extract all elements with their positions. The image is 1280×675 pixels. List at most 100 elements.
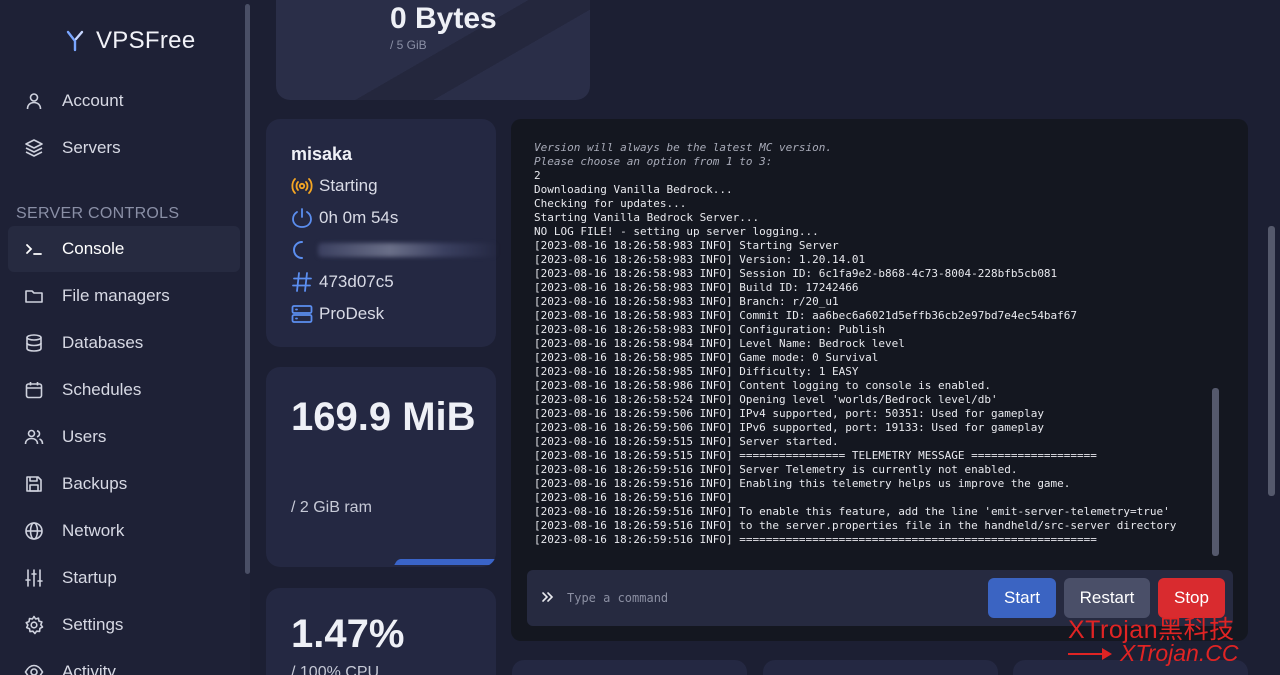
sidebar-item-label: Databases (62, 333, 144, 352)
arrow-right-icon (1068, 647, 1112, 660)
sidebar-item-label: Settings (62, 615, 124, 634)
server-id: 473d07c5 (291, 271, 394, 293)
cpu-value: 1.47% (291, 612, 405, 656)
console-line: [2023-08-16 18:26:58:983 INFO] Build ID:… (534, 281, 859, 294)
sidebar-item-label: Account (62, 91, 124, 110)
sidebar-item-label: Activity (62, 662, 116, 675)
console-scrollbar[interactable] (1212, 388, 1219, 556)
terminal-icon (24, 239, 44, 259)
server-uptime: 0h 0m 54s (291, 207, 398, 229)
server-icon (291, 303, 313, 325)
sliders-icon (24, 568, 44, 588)
console-line: Version will always be the latest MC ver… (534, 141, 833, 154)
server-node: ProDesk (291, 303, 384, 325)
server-node-text: ProDesk (319, 304, 385, 323)
page-scrollbar[interactable] (1268, 226, 1275, 496)
console-panel: Version will always be the latest MC ver… (511, 119, 1248, 641)
sidebar-item-activity[interactable]: Activity (8, 649, 240, 675)
broadcast-icon (291, 175, 313, 197)
eye-icon (24, 662, 44, 675)
watermark-url-text: XTrojan.CC (1120, 640, 1239, 666)
sidebar-item-servers[interactable]: Servers (8, 125, 240, 171)
logo-icon (66, 30, 84, 52)
console-line: [2023-08-16 18:26:59:516 INFO] Server Te… (534, 463, 1018, 476)
server-uptime-text: 0h 0m 54s (319, 208, 399, 227)
console-line: [2023-08-16 18:26:58:983 INFO] Session I… (534, 267, 1058, 280)
console-line: [2023-08-16 18:26:58:983 INFO] Starting … (534, 239, 839, 252)
sidebar-item-label: Network (62, 521, 125, 540)
console-line: NO LOG FILE! - setting up server logging… (534, 225, 819, 238)
console-line: Downloading Vanilla Bedrock... (534, 183, 733, 196)
loading-icon (291, 239, 313, 261)
chevrons-right-icon (542, 592, 554, 602)
console-line: [2023-08-16 18:26:58:984 INFO] Level Nam… (534, 337, 905, 350)
ram-limit: / 2 GiB ram (291, 499, 372, 516)
console-line: [2023-08-16 18:26:58:986 INFO] Content l… (534, 379, 991, 392)
server-info-card: misaka Starting 0h 0m 54s 473d07c5 ProDe… (266, 119, 496, 347)
users-icon (24, 427, 44, 447)
sidebar-item-label: Backups (62, 474, 128, 493)
console-line: [2023-08-16 18:26:59:515 INFO] =========… (534, 449, 1097, 462)
layers-icon (24, 138, 44, 158)
sidebar-item-file-managers[interactable]: File managers (8, 273, 240, 319)
sidebar: VPSFree Account Servers SERVER CONTROLS … (0, 0, 250, 675)
console-line: [2023-08-16 18:26:58:983 INFO] Version: … (534, 253, 866, 266)
console-line: [2023-08-16 18:26:58:983 INFO] Branch: r… (534, 295, 839, 308)
sidebar-item-schedules[interactable]: Schedules (8, 367, 240, 413)
calendar-icon (24, 380, 44, 400)
console-line: [2023-08-16 18:26:59:516 INFO] (534, 491, 733, 504)
console-line: [2023-08-16 18:26:59:516 INFO] Enabling … (534, 477, 1071, 490)
sidebar-item-network[interactable]: Network (8, 508, 240, 554)
ram-usage-bar (394, 559, 496, 565)
sidebar-item-users[interactable]: Users (8, 414, 240, 460)
sidebar-item-label: Console (62, 239, 125, 258)
sidebar-item-label: File managers (62, 286, 170, 305)
sidebar-item-account[interactable]: Account (8, 78, 240, 124)
console-line: Starting Vanilla Bedrock Server... (534, 211, 760, 224)
sidebar-item-backups[interactable]: Backups (8, 461, 240, 507)
console-output[interactable]: Version will always be the latest MC ver… (534, 141, 1214, 551)
ram-card: 169.9 MiB / 2 GiB ram (266, 367, 496, 567)
console-line: [2023-08-16 18:26:58:985 INFO] Difficult… (534, 365, 859, 378)
sidebar-item-label: Schedules (62, 380, 142, 399)
globe-icon (24, 521, 44, 541)
console-line: [2023-08-16 18:26:59:515 INFO] Server st… (534, 435, 839, 448)
console-line: [2023-08-16 18:26:58:524 INFO] Opening l… (534, 393, 998, 406)
server-name: misaka (291, 144, 353, 164)
storage-card: 0 Bytes / 5 GiB (276, 0, 590, 100)
ram-value: 169.9 MiB (291, 395, 476, 439)
start-button[interactable]: Start (988, 578, 1056, 618)
watermark-url: XTrojan.CC (1068, 640, 1238, 667)
stat-card (512, 660, 747, 675)
database-icon (24, 333, 44, 353)
console-line: [2023-08-16 18:26:58:983 INFO] Commit ID… (534, 309, 1078, 322)
command-input[interactable] (567, 585, 967, 611)
stat-card (763, 660, 998, 675)
hash-icon (291, 271, 313, 293)
save-icon (24, 474, 44, 494)
console-line: [2023-08-16 18:26:59:506 INFO] IPv4 supp… (534, 407, 1044, 420)
server-address (291, 239, 313, 261)
gear-icon (24, 615, 44, 635)
sidebar-scrollbar[interactable] (245, 4, 250, 574)
console-line: 2 (534, 169, 541, 182)
app-logo[interactable]: VPSFree (66, 27, 195, 55)
sidebar-item-databases[interactable]: Databases (8, 320, 240, 366)
console-line: Checking for updates... (534, 197, 687, 210)
storage-limit: / 5 GiB (390, 38, 427, 52)
sidebar-item-label: Startup (62, 568, 117, 587)
sidebar-item-settings[interactable]: Settings (8, 602, 240, 648)
console-line: [2023-08-16 18:26:58:983 INFO] Configura… (534, 323, 885, 336)
power-icon (291, 207, 313, 229)
sidebar-item-startup[interactable]: Startup (8, 555, 240, 601)
server-id-text: 473d07c5 (319, 272, 394, 291)
console-line: [2023-08-16 18:26:59:506 INFO] IPv6 supp… (534, 421, 1044, 434)
folder-icon (24, 286, 44, 306)
console-line: Please choose an option from 1 to 3: (534, 155, 773, 168)
console-line: [2023-08-16 18:26:59:516 INFO] to the se… (534, 519, 1177, 532)
sidebar-item-console[interactable]: Console (8, 226, 240, 272)
storage-value: 0 Bytes (390, 2, 497, 35)
console-line: [2023-08-16 18:26:59:516 INFO] =========… (534, 533, 1097, 546)
redacted-address (318, 243, 498, 257)
section-label-server-controls: SERVER CONTROLS (16, 205, 180, 222)
